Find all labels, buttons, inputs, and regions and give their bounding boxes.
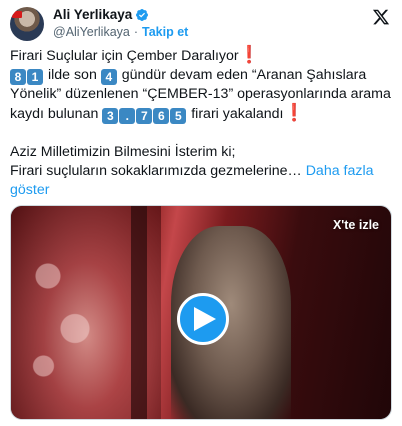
keycap-digit: 1 xyxy=(27,69,43,86)
tweet-para-2-line-2: Firari suçluların sokaklarımızda gezmele… xyxy=(10,162,394,200)
x-logo-icon[interactable] xyxy=(372,8,390,26)
tweet-line-2: 81 ilde son 4 gündür devam eden “Aranan … xyxy=(10,66,394,124)
handle[interactable]: @AliYerlikaya xyxy=(53,25,130,39)
text-segment: ilde son xyxy=(44,67,101,84)
keycap-digit: 5 xyxy=(170,107,187,124)
keycap-digit: 7 xyxy=(136,107,153,124)
exclamation-icon: ❗ xyxy=(283,102,305,122)
keycap-digit: 8 xyxy=(10,69,26,86)
keycap-digit: 3 xyxy=(102,107,119,124)
exclamation-icon: ❗ xyxy=(238,45,260,64)
video-frame-door xyxy=(131,206,147,419)
headline-text: Firari Suçlular için Çember Daralıyor xyxy=(10,48,239,64)
tweet-text: Firari Suçlular için Çember Daralıyor❗ 8… xyxy=(10,45,394,200)
avatar[interactable] xyxy=(10,7,44,41)
verified-badge-icon xyxy=(136,8,149,21)
tweet-header: Ali Yerlikaya @AliYerlikaya · Takip et xyxy=(10,6,392,41)
handle-row: @AliYerlikaya · Takip et xyxy=(53,25,188,39)
follow-button[interactable]: Takip et xyxy=(142,25,188,39)
play-button[interactable] xyxy=(177,293,229,345)
separator-dot: · xyxy=(133,25,139,39)
flag-pin-icon xyxy=(12,11,22,18)
keycap-digit: 4 xyxy=(100,69,117,86)
text-segment: firari yakalandı xyxy=(187,105,284,122)
author-name-row: Ali Yerlikaya xyxy=(53,7,149,22)
tweet-line-1: Firari Suçlular için Çember Daralıyor❗ xyxy=(10,45,394,66)
video-frame-pattern xyxy=(21,246,111,396)
keycap-digit: 6 xyxy=(153,107,170,124)
video-player[interactable]: X'te izle xyxy=(10,205,392,420)
watch-on-x-link[interactable]: X'te izle xyxy=(333,218,379,232)
display-name[interactable]: Ali Yerlikaya xyxy=(53,7,132,22)
tweet-para-2-line-1: Aziz Milletimizin Bilmesini İsterim ki; xyxy=(10,143,236,160)
keycap-dot: . xyxy=(119,107,136,124)
play-icon xyxy=(194,307,216,331)
truncated-text: Firari suçluların sokaklarımızda gezmele… xyxy=(10,163,302,180)
